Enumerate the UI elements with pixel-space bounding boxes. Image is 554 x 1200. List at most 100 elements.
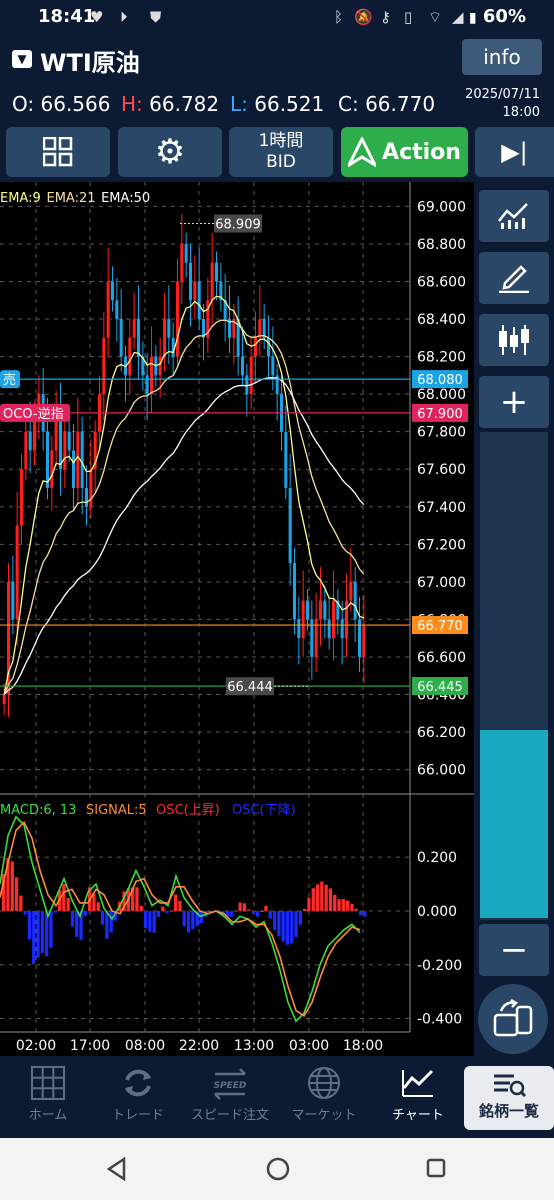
osc-bar: [320, 881, 324, 911]
osc-bar: [315, 884, 320, 911]
osc-bar: [264, 905, 268, 911]
vibrate-icon: ▯: [404, 8, 413, 26]
candle-body: [323, 600, 327, 620]
candle-body: [15, 525, 19, 620]
candle-body: [331, 600, 336, 639]
interval-button[interactable]: 1時間 BID: [229, 127, 333, 177]
bar-datetime: 2025/07/11 18:00: [465, 86, 540, 122]
candle-body: [71, 450, 76, 488]
layout-button[interactable]: [6, 127, 110, 177]
ema50-line: [3, 377, 365, 695]
candle-body: [136, 319, 141, 357]
osc-bar: [14, 877, 19, 911]
bar-time: 18:00: [502, 105, 540, 120]
x-tick-label: 13:00: [234, 1038, 274, 1054]
nav-speed-order[interactable]: SPEED スピード注文: [182, 1058, 278, 1136]
osc-bar: [169, 910, 173, 912]
bar-date: 2025/07/11: [465, 87, 540, 102]
draw-icon: [499, 265, 529, 293]
candle-body: [349, 581, 353, 601]
candle-body: [271, 356, 275, 376]
zoom-slider-thumb[interactable]: [480, 730, 548, 918]
nav-trade[interactable]: トレード: [90, 1058, 186, 1136]
high-label: H:: [121, 92, 143, 116]
osc-bar: [333, 894, 337, 911]
heart-shield-icon: ♥: [90, 8, 104, 26]
osc-bar: [49, 910, 53, 948]
ohlc-high: H: 66.782: [121, 92, 219, 116]
price-tag-label: 67.900: [417, 407, 463, 422]
y-tick-label: 67.600: [417, 462, 466, 478]
battery-level: ▮ 60%: [469, 6, 526, 27]
candle-body: [24, 431, 28, 470]
y-tick-label: 0.000: [417, 904, 457, 920]
play-forward-button[interactable]: ▶︎|: [475, 127, 554, 177]
candle-body: [80, 431, 84, 488]
osc-bar: [229, 910, 234, 917]
nav-chart[interactable]: チャート: [370, 1058, 466, 1136]
price-tag-label: 68.080: [417, 373, 463, 388]
candle-body: [301, 600, 305, 639]
play-icon: ⏵: [120, 8, 128, 26]
info-button[interactable]: info: [462, 39, 542, 75]
nav-market[interactable]: マーケット: [276, 1058, 372, 1136]
x-tick-label: 08:00: [125, 1038, 165, 1054]
osc-bar: [70, 910, 75, 927]
x-tick-label: 17:00: [70, 1038, 110, 1054]
settings-button[interactable]: ⚙: [118, 127, 222, 177]
y-tick-label: 67.800: [417, 425, 466, 441]
osc-bar: [285, 910, 290, 945]
candle-body: [162, 319, 167, 357]
osc-bar: [354, 908, 358, 911]
y-tick-label: 0.200: [417, 850, 457, 866]
nav-symbol-list[interactable]: 銘柄一覧: [464, 1066, 554, 1130]
speed-icon-text: SPEED: [214, 1081, 247, 1091]
osc-bar: [105, 910, 109, 939]
y-tick-label: 66.200: [417, 725, 466, 741]
chart-svg[interactable]: 69.000 68.800 68.600 68.400 68.200 68.000 67.8…: [0, 182, 474, 1056]
osc-bar: [277, 910, 281, 937]
y-tick-label: 67.400: [417, 500, 466, 516]
y-tick-label: -0.200: [417, 958, 462, 974]
chart-area[interactable]: 69.000 68.800 68.600 68.400 68.200 68.000 67.8…: [0, 182, 474, 1056]
symbol-dropdown-icon[interactable]: ▼: [12, 50, 32, 68]
candle-body: [353, 581, 357, 620]
action-arrow-icon: [348, 137, 377, 167]
action-button[interactable]: Action: [341, 127, 468, 177]
low-value: 66.521: [254, 92, 325, 116]
y-tick-label: 67.200: [417, 537, 466, 553]
osc-bar: [75, 910, 79, 937]
candle-body: [167, 319, 171, 338]
chart-type-button[interactable]: [479, 190, 549, 242]
order-tag-label: OCO-逆指: [3, 406, 64, 422]
candle-body: [132, 319, 136, 338]
low-marker-label: 66.444: [227, 680, 273, 695]
order-tag-label: 売: [3, 372, 16, 388]
nav-home[interactable]: ホーム: [0, 1058, 96, 1136]
status-time: 18:41: [38, 6, 96, 27]
nav-symbol-list-label: 銘柄一覧: [478, 1102, 539, 1120]
status-bar: 18:41 ♥ ⏵ ⛊ ᛒ 🔕 ⚷ ▯ ⌔ ◢ ▮ 60%: [0, 0, 554, 34]
osc-bar: [96, 902, 100, 911]
zoom-out-button[interactable]: −: [479, 924, 549, 976]
draw-tool-button[interactable]: [479, 252, 549, 304]
candle-body: [210, 262, 214, 301]
zoom-in-button[interactable]: +: [479, 376, 549, 428]
candle-body: [253, 337, 258, 357]
home-circle-icon[interactable]: [264, 1155, 292, 1183]
osc-bar: [19, 895, 23, 911]
indicator-button[interactable]: [479, 314, 549, 366]
high-marker-label: 68.909: [215, 217, 261, 232]
candle-body: [67, 431, 71, 451]
osc-bar: [255, 910, 259, 917]
recents-icon[interactable]: [424, 1156, 450, 1182]
bluetooth-icon: ᛒ: [334, 8, 344, 26]
osc-bar: [363, 910, 367, 917]
symbol-title[interactable]: WTI原油: [40, 43, 140, 78]
rotate-screen-button[interactable]: [478, 984, 548, 1054]
osc-bar: [100, 910, 105, 925]
candle-body: [197, 281, 201, 320]
trade-arrows-icon: [125, 1069, 151, 1097]
back-icon[interactable]: [104, 1156, 130, 1182]
low-label: L:: [230, 92, 248, 116]
